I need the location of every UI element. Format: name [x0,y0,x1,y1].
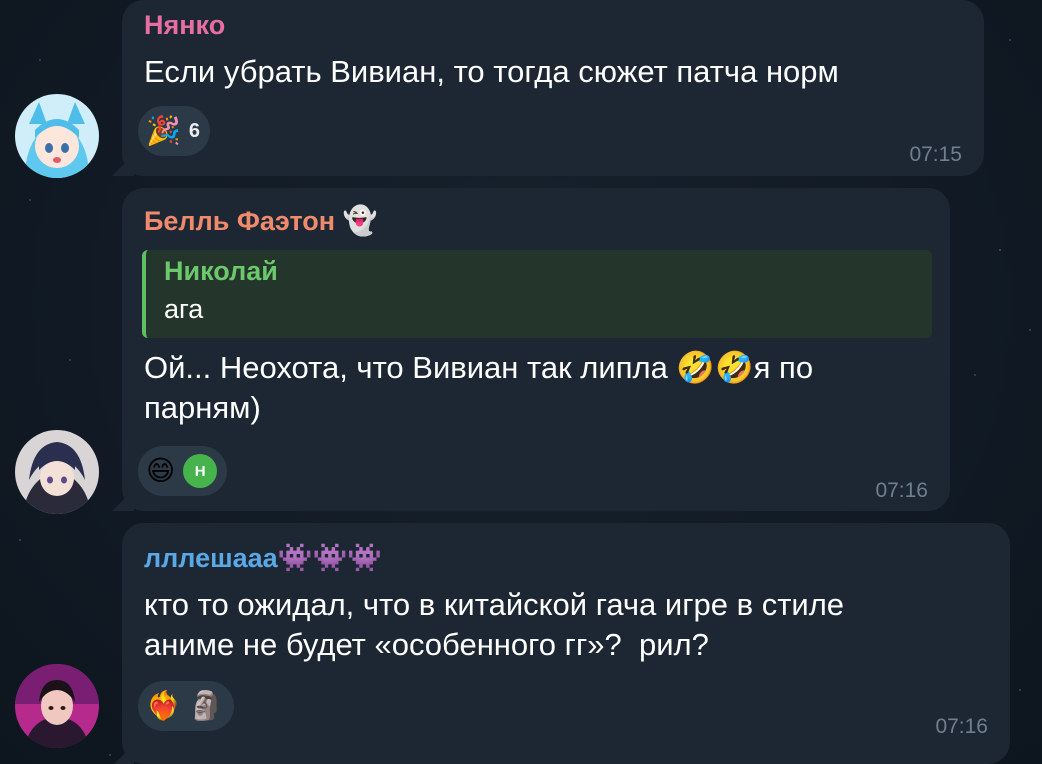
avatar[interactable] [15,430,99,514]
message-bubble[interactable]: Белль Фаэтон 👻 Николай ага Ой... Неохота… [112,188,950,511]
message-time: 07:16 [935,715,988,738]
sender-name-text: Белль Фаэтон [144,206,336,236]
message-bubble[interactable]: Нянко Если убрать Вивиан, то тогда сюжет… [112,0,984,176]
reply-text: ага [164,294,204,324]
ghost-icon: 👻 [342,205,378,236]
reactions-bar: ❤️‍🔥 🗿 [138,681,234,731]
reaction-count: 6 [188,119,200,142]
reply-sender: Николай [164,256,278,286]
grinning-face-reaction[interactable]: 😄 [146,457,175,485]
message-time: 07:15 [909,143,962,166]
message-text: Если убрать Вивиан, то тогда сюжет патча… [144,54,839,89]
alien-monster-icon: 👾👾👾 [277,542,383,573]
message-line: парням) [144,390,261,425]
reactor-avatar[interactable]: Н [183,454,218,488]
message-text: Ой... Неохота, что Вивиан так липла 🤣🤣я … [144,348,813,428]
message-text: кто то ожидал, что в китайской гача игре… [144,585,844,665]
heart-on-fire-reaction[interactable]: ❤️‍🔥 [146,692,181,720]
reactions-bar: 🎉 6 [138,106,210,156]
message-line: аниме не будет «особенного гг»? рил? [144,627,709,662]
moai-reaction[interactable]: 🗿 [189,692,224,720]
sender-name[interactable]: Нянко [144,10,225,41]
reactions-bar: 😄 Н [138,446,228,496]
party-popper-reaction[interactable]: 🎉 [146,117,181,145]
sender-name[interactable]: лллешааа👾👾👾 [144,541,382,574]
message-time: 07:16 [875,479,928,502]
sender-name[interactable]: Белль Фаэтон 👻 [144,204,378,237]
avatar[interactable] [15,94,99,178]
message-bubble[interactable]: лллешааа👾👾👾 кто то ожидал, что в китайск… [112,523,1010,764]
message-line: кто то ожидал, что в китайской гача игре… [144,587,845,622]
sender-name-text: лллешааа [144,543,278,573]
avatar[interactable] [15,664,99,748]
reply-quote[interactable]: Николай ага [142,250,932,338]
chat-view: Нянко Если убрать Вивиан, то тогда сюжет… [0,0,1042,764]
message-line: Ой... Неохота, что Вивиан так липла 🤣🤣я … [144,350,814,385]
